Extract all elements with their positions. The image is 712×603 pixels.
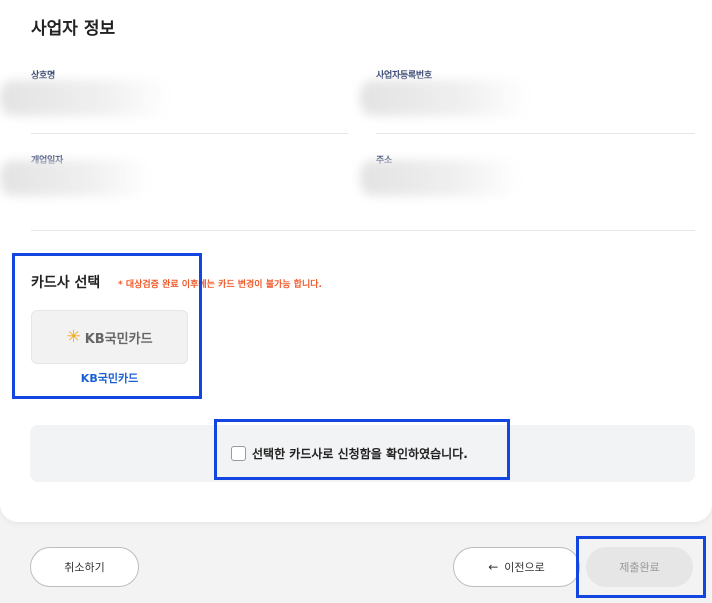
blurred-value [360, 160, 520, 196]
highlight-confirm [214, 419, 510, 480]
prev-button[interactable]: ← 이전으로 [453, 547, 580, 587]
arrow-left-icon: ← [488, 560, 499, 574]
divider [31, 133, 348, 134]
section-divider [31, 230, 695, 231]
blurred-value [0, 160, 150, 196]
business-info-title: 사업자 정보 [31, 19, 116, 39]
highlight-card-select [12, 253, 202, 399]
highlight-submit [576, 536, 706, 598]
application-card: 사업자 정보 상호명 사업자등록번호 개업일자 주소 카드사 선택 * 대상검증… [0, 0, 712, 522]
prev-label: 이전으로 [504, 561, 545, 574]
blurred-value [0, 80, 170, 116]
blurred-value [360, 80, 530, 116]
divider [376, 133, 695, 134]
cancel-button[interactable]: 취소하기 [30, 547, 139, 587]
